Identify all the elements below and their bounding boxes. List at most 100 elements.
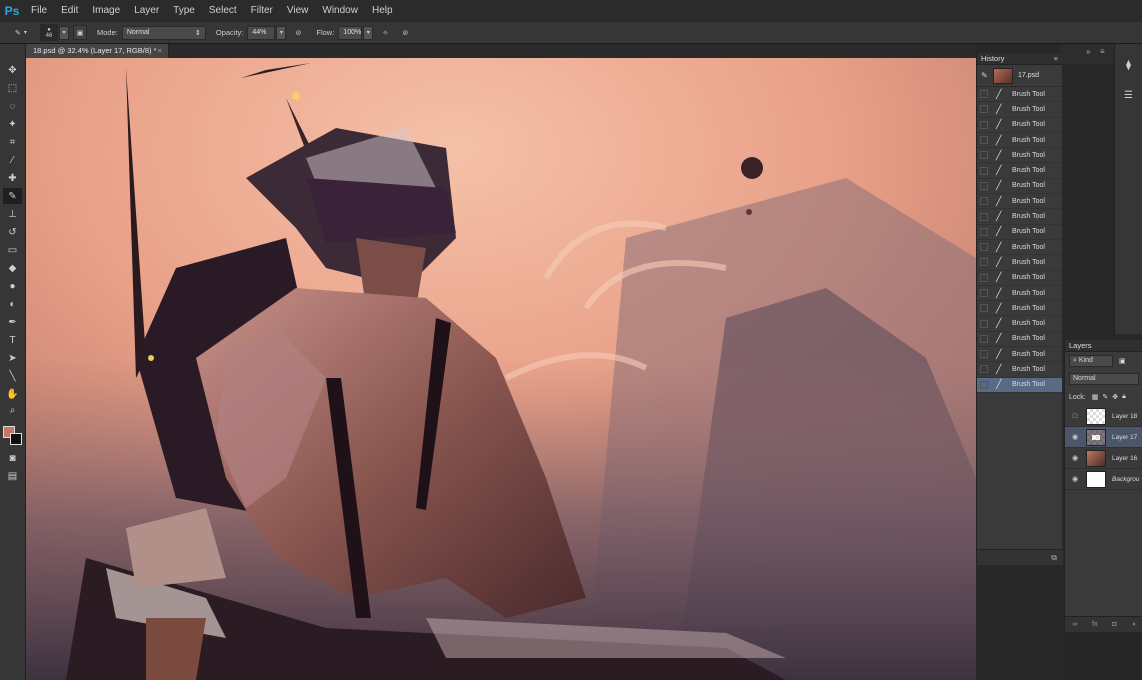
history-item-selected[interactable]: ╱ Brush Tool [977,377,1062,393]
canvas[interactable] [26,58,976,680]
properties-icon[interactable]: ☰ [1120,86,1138,104]
flow-arrow[interactable]: ▾ [363,25,374,40]
opacity-arrow[interactable]: ▾ [276,25,287,40]
history-checkbox[interactable] [980,197,988,206]
pressure-size-icon[interactable]: ⊘ [397,25,413,40]
filter-pixel-icon[interactable]: ▣ [1119,357,1126,365]
history-item[interactable]: ╱ Brush Tool [977,194,1062,210]
history-item[interactable]: ╱ Brush Tool [977,102,1062,118]
menu-edit[interactable]: Edit [54,0,85,22]
menu-type[interactable]: Type [166,0,202,22]
eyedropper-tool-icon[interactable]: ⁄ [3,152,22,168]
quick-mask-icon[interactable]: ◙ [3,450,22,466]
background-color-swatch[interactable] [10,433,22,445]
history-checkbox[interactable] [980,243,988,252]
new-snapshot-icon[interactable]: ⧉ [1051,553,1057,562]
menu-file[interactable]: File [24,0,54,22]
healing-brush-tool-icon[interactable]: ✚ [3,170,22,186]
eraser-tool-icon[interactable]: ▭ [3,242,22,258]
layer-kind-filter[interactable]: ⌕ Kind [1069,355,1113,367]
quick-selection-tool-icon[interactable]: ✦ [3,116,22,132]
history-item[interactable]: ╱ Brush Tool [977,347,1062,363]
adjustment-layer-icon[interactable]: ◑ [1131,621,1135,628]
mode-select[interactable]: Normal ⇕ [121,25,206,40]
brush-size-arrow[interactable]: ▾ [59,25,69,40]
history-checkbox[interactable] [980,90,988,99]
history-item[interactable]: ╱ Brush Tool [977,316,1062,332]
lock-transparent-icon[interactable]: ▦ [1092,393,1099,401]
visibility-toggle-empty[interactable]: □ [1068,413,1082,420]
history-checkbox[interactable] [980,289,988,297]
brush-tool-icon[interactable]: ✎ [3,188,22,204]
path-selection-tool-icon[interactable]: ➤ [3,350,22,366]
airbrush-icon[interactable]: ✧ [377,25,393,40]
history-item[interactable]: ╱ Brush Tool [977,133,1062,149]
history-item[interactable]: ╱ Brush Tool [977,87,1062,103]
history-checkbox[interactable] [980,304,988,313]
history-item[interactable]: ╱ Brush Tool [977,271,1062,286]
layer-row[interactable]: ◉ Layer 16 [1065,448,1142,469]
history-item[interactable]: ╱ Brush Tool [977,240,1062,256]
history-checkbox[interactable] [980,334,988,343]
close-tab-icon[interactable]: × [158,44,162,58]
line-tool-icon[interactable]: ╲ [3,368,22,384]
blend-mode-select[interactable]: Normal [1069,373,1139,385]
link-layers-icon[interactable]: ∞ [1072,621,1077,628]
history-checkbox[interactable] [980,105,988,114]
layer-row[interactable]: ◉ Backgrou [1065,469,1142,490]
brush-preset-picker[interactable]: ✎ ▾ [6,25,36,40]
menu-layer[interactable]: Layer [127,0,166,22]
layer-row-selected[interactable]: ◉ Layer 17 [1065,427,1142,448]
pen-tool-icon[interactable]: ✒ [3,314,22,330]
history-checkbox[interactable] [980,319,988,328]
history-checkbox[interactable] [980,212,988,221]
screen-mode-icon[interactable]: ▤ [3,468,22,484]
history-checkbox[interactable] [980,136,988,145]
panel-menu-icon[interactable]: ≡ [1100,47,1105,56]
flow-input[interactable]: 100% [338,25,363,40]
menu-image[interactable]: Image [85,0,127,22]
eye-icon[interactable]: ◉ [1068,475,1082,483]
move-tool-icon[interactable]: ✥ [3,62,22,78]
history-checkbox[interactable] [980,166,988,175]
crop-tool-icon[interactable]: ⌗ [3,134,22,150]
history-checkbox[interactable] [980,380,988,389]
history-item[interactable]: ╱ Brush Tool [977,163,1062,179]
opacity-input[interactable]: 44% [247,25,276,40]
blur-tool-icon[interactable]: ● [3,278,22,294]
lock-position-icon[interactable]: ✥ [1112,393,1118,401]
history-item[interactable]: ╱ Brush Tool [977,286,1062,302]
zoom-tool-icon[interactable]: ⌕ [3,402,22,418]
panel-menu-icon[interactable]: ≡ [1054,53,1058,65]
hand-tool-icon[interactable]: ✋ [3,386,22,402]
menu-help[interactable]: Help [365,0,400,22]
history-item[interactable]: ╱ Brush Tool [977,225,1062,240]
history-item[interactable]: ╱ Brush Tool [977,118,1062,133]
eye-icon[interactable]: ◉ [1068,433,1082,441]
paint-bucket-tool-icon[interactable]: ◆ [3,260,22,276]
history-checkbox[interactable] [980,350,988,359]
layer-row[interactable]: □ Layer 18 [1065,406,1142,427]
history-checkbox[interactable] [980,273,988,282]
lock-all-icon[interactable]: 🔒︎ [1122,393,1126,401]
history-item[interactable]: ╱ Brush Tool [977,179,1062,195]
history-checkbox[interactable] [980,120,988,129]
history-brush-tool-icon[interactable]: ↺ [3,224,22,240]
pressure-opacity-icon[interactable]: ⊘ [290,25,306,40]
menu-select[interactable]: Select [202,0,244,22]
history-checkbox[interactable] [980,365,988,374]
history-checkbox[interactable] [980,227,988,236]
history-item[interactable]: ╱ Brush Tool [977,148,1062,164]
document-tab[interactable]: 18.psd @ 32.4% (Layer 17, RGB/8) * × [26,44,169,58]
history-item[interactable]: ╱ Brush Tool [977,301,1062,317]
marquee-tool-icon[interactable]: ⬚ [3,80,22,96]
history-checkbox[interactable] [980,181,988,190]
history-item[interactable]: ╱ Brush Tool [977,255,1062,271]
brush-size-preview[interactable]: ● 46 [40,24,58,41]
clone-stamp-tool-icon[interactable]: ⊥ [3,206,22,222]
type-tool-icon[interactable]: T [3,332,22,348]
lasso-tool-icon[interactable]: ◌ [3,98,22,114]
menu-filter[interactable]: Filter [244,0,280,22]
history-checkbox[interactable] [980,258,988,267]
history-item[interactable]: ╱ Brush Tool [977,209,1062,225]
